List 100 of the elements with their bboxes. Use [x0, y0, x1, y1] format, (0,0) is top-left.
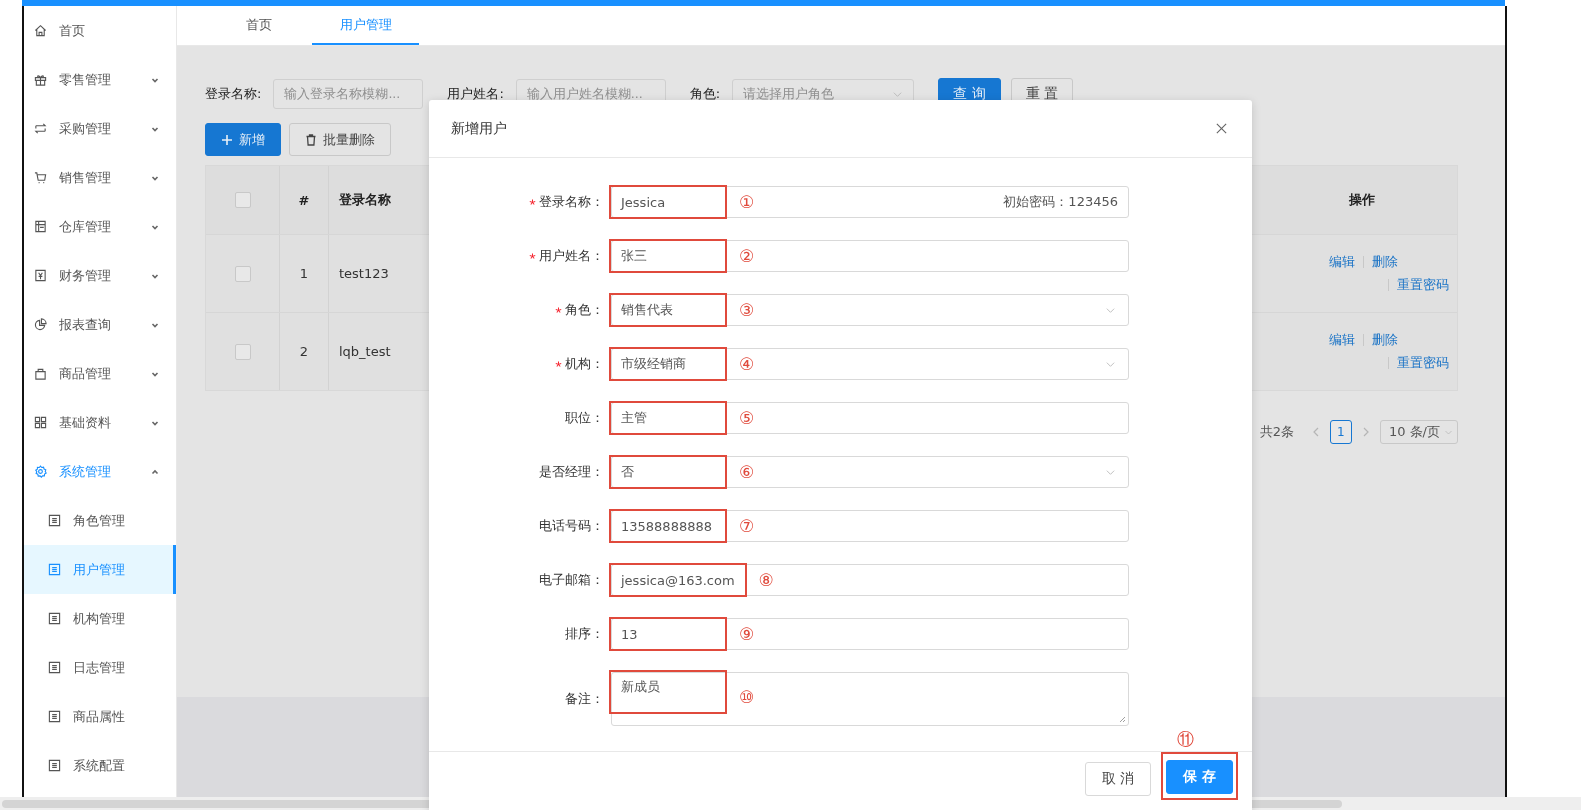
table-cell-text: lqb_test — [338, 343, 392, 361]
gift-icon — [34, 73, 47, 86]
list-icon — [48, 514, 61, 527]
list-icon — [48, 710, 61, 723]
highlighted-value: 销售代表 — [609, 293, 727, 327]
sidebar-item[interactable]: 报表查询 — [24, 300, 176, 349]
list-icon — [48, 759, 61, 772]
sidebar-item[interactable]: 采购管理 — [24, 104, 176, 153]
form-field[interactable]: 市级经销商 ④ — [611, 348, 1129, 380]
sidebar-item[interactable]: 商品属性 — [24, 692, 176, 741]
annotation-number: ② — [739, 246, 755, 266]
table-cell: 1 — [280, 235, 329, 312]
placeholder-text: 输入登录名称模糊... — [284, 85, 402, 103]
dialog-title: 新增用户 — [451, 119, 507, 138]
field-label: 机构： — [565, 355, 604, 373]
sidebar-item[interactable]: 基础资料 — [24, 398, 176, 447]
sidebar-item[interactable]: 系统配置 — [24, 741, 176, 790]
sidebar-item[interactable]: 销售管理 — [24, 153, 176, 202]
form-field[interactable]: Jessica ① 初始密码：123456 — [611, 186, 1129, 218]
pie-chart-icon — [34, 318, 47, 331]
toolbar-button[interactable]: 新增 — [205, 123, 281, 156]
sidebar-item[interactable]: 仓库管理 — [24, 202, 176, 251]
filter-label: 用户姓名: — [447, 85, 504, 103]
field-hint: 初始密码：123456 — [1003, 193, 1118, 211]
field-label: 角色： — [565, 301, 604, 319]
sidebar-item[interactable]: 机构管理 — [24, 594, 176, 643]
placeholder-text: 请选择用户角色 — [743, 85, 836, 103]
delete-link[interactable]: 删除 — [1372, 253, 1398, 271]
trash-icon — [305, 133, 317, 146]
list-icon — [48, 563, 61, 576]
sidebar-item[interactable]: 首页 — [24, 6, 176, 55]
reset-password-link[interactable]: 重置密码 — [1397, 276, 1449, 294]
table-cell-text: test123 — [338, 265, 390, 283]
form-field[interactable]: 张三 ② — [611, 240, 1129, 272]
yen-icon — [34, 269, 47, 282]
edit-link[interactable]: 编辑 — [1329, 331, 1355, 349]
highlighted-value: 市级经销商 — [609, 347, 727, 381]
highlighted-value: 否 — [609, 455, 727, 489]
filter-label: 登录名称: — [205, 85, 262, 103]
total-count: 共2条 — [1259, 423, 1294, 441]
form-field[interactable]: jessica@163.com ⑧ — [611, 564, 1129, 596]
highlighted-value: 新成员 — [609, 670, 727, 714]
page-tab[interactable]: 首页 — [205, 6, 312, 45]
annotation-number: ⑨ — [739, 624, 755, 644]
cart-icon — [34, 171, 47, 184]
form-field[interactable]: 销售代表 ③ — [611, 294, 1129, 326]
form-field[interactable]: 主管 ⑤ — [611, 402, 1129, 434]
form-field[interactable]: 新成员 ⑩ — [611, 672, 1129, 726]
page-size-select[interactable]: 10 条/页 — [1379, 420, 1458, 444]
delete-link[interactable]: 删除 — [1372, 331, 1398, 349]
sidebar-item[interactable]: 日志管理 — [24, 643, 176, 692]
placeholder-text: 输入用户姓名模糊... — [526, 85, 644, 103]
annotation-number: ⑧ — [758, 570, 774, 590]
settings-icon — [34, 465, 47, 478]
annotation-number: ⑥ — [739, 462, 755, 482]
table-cell: 2 — [280, 313, 329, 390]
field-label: 电话号码： — [539, 517, 604, 535]
annotation-number: ⑦ — [739, 516, 755, 536]
list-icon — [48, 612, 61, 625]
field-label: 是否经理： — [539, 463, 604, 481]
dialog-button[interactable]: 取 消 — [1084, 762, 1152, 796]
form-field[interactable]: 13588888888 ⑦ — [611, 510, 1129, 542]
checkbox[interactable] — [234, 265, 251, 282]
form-field[interactable]: 13 ⑨ — [611, 618, 1129, 650]
close-icon[interactable] — [1215, 122, 1228, 135]
checkbox[interactable] — [234, 192, 251, 208]
annotation-number: ⑪ — [1177, 728, 1195, 751]
form-field[interactable]: 否 ⑥ — [611, 456, 1129, 488]
annotation-number: ⑤ — [739, 408, 755, 428]
toolbar-button[interactable]: 批量删除 — [289, 123, 391, 156]
page-number[interactable]: 1 — [1329, 420, 1352, 444]
field-label: 职位： — [565, 409, 604, 427]
sidebar-item[interactable]: 零售管理 — [24, 55, 176, 104]
annotation-number: ③ — [739, 300, 755, 320]
list-icon — [48, 661, 61, 674]
field-label: 登录名称： — [539, 193, 604, 211]
home-icon — [34, 24, 47, 37]
document-icon — [34, 220, 47, 233]
highlighted-value: jessica@163.com — [609, 563, 747, 597]
bag-icon — [34, 367, 47, 380]
filter-label: 角色: — [689, 85, 721, 103]
edit-link[interactable]: 编辑 — [1329, 253, 1355, 271]
annotation-number: ④ — [739, 354, 755, 374]
reset-password-link[interactable]: 重置密码 — [1397, 354, 1449, 372]
highlighted-value: 13 — [609, 617, 727, 651]
annotation-number: ① — [739, 192, 755, 212]
checkbox[interactable] — [234, 343, 251, 360]
grid-icon — [34, 416, 47, 429]
sidebar-item[interactable]: 财务管理 — [24, 251, 176, 300]
sidebar-item[interactable]: 角色管理 — [24, 496, 176, 545]
highlighted-value: 主管 — [609, 401, 727, 435]
sidebar-item[interactable]: 商品管理 — [24, 349, 176, 398]
column-header: 登录名称 — [338, 191, 392, 209]
field-label: 备注： — [565, 690, 604, 708]
field-label: 排序： — [565, 625, 604, 643]
annotation-number: ⑩ — [739, 687, 755, 707]
highlighted-value: Jessica — [609, 185, 727, 219]
field-label: 电子邮箱： — [539, 571, 604, 589]
plus-icon — [221, 133, 233, 146]
resize-handle-icon[interactable] — [1118, 715, 1126, 723]
